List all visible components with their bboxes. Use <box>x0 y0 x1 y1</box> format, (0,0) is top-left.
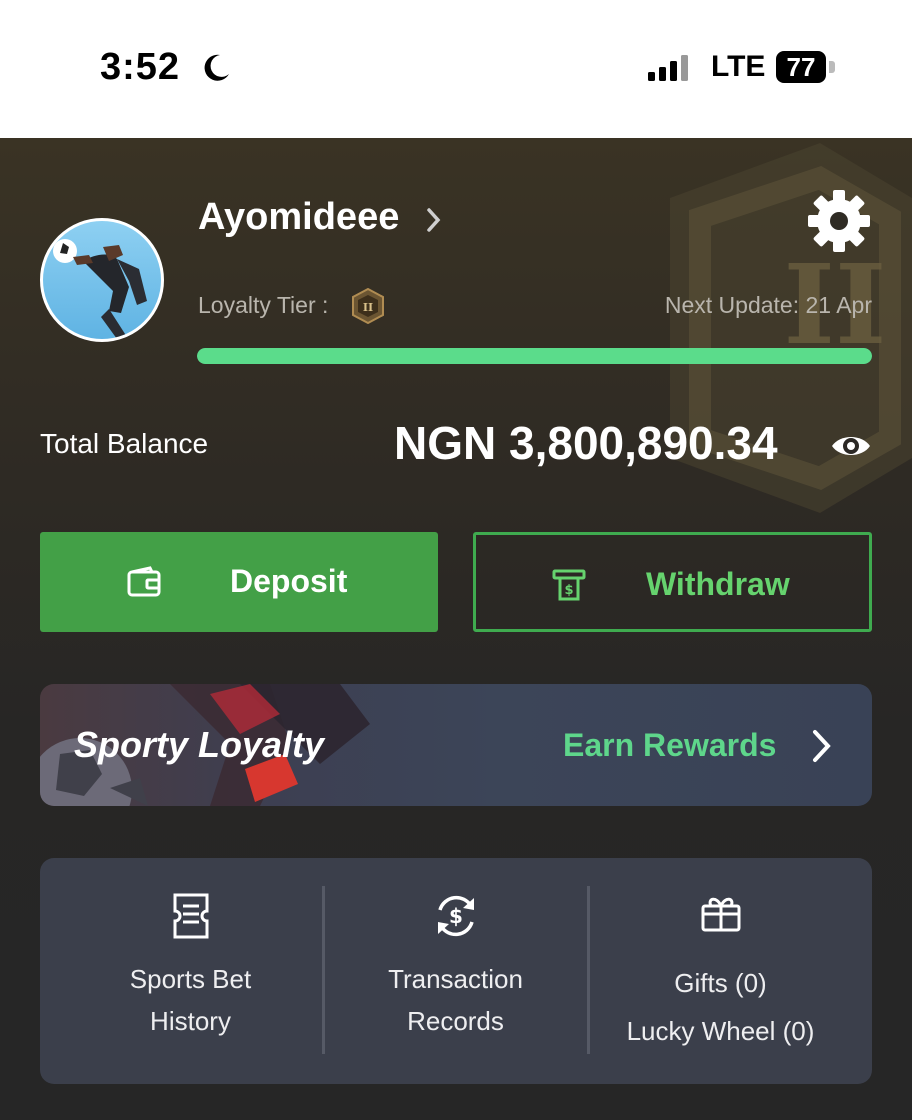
loyalty-progress-bar <box>197 348 872 364</box>
gear-icon[interactable] <box>806 188 872 254</box>
withdraw-button[interactable]: $ Withdraw <box>473 532 872 632</box>
gifts-link[interactable]: Gifts (0) Lucky Wheel (0) <box>588 858 853 1084</box>
sporty-loyalty-banner[interactable]: Sporty Loyalty Earn Rewards <box>40 684 872 806</box>
tier-badge-icon: II <box>352 288 384 324</box>
battery-tip <box>829 61 835 73</box>
quick-link-line1: Transaction <box>388 964 523 994</box>
loyalty-title: Sporty Loyalty <box>74 724 325 765</box>
signal-icon <box>648 55 688 81</box>
loyalty-progress-fill <box>197 348 872 364</box>
loyalty-tier-label: Loyalty Tier : <box>198 292 329 318</box>
balance-value: NGN 3,800,890.34 <box>394 417 778 469</box>
sports-bet-history-link[interactable]: Sports Bet History <box>58 858 323 1084</box>
username[interactable]: Ayomideee <box>198 196 399 239</box>
network-type: LTE <box>711 50 766 83</box>
ticket-icon <box>173 893 208 939</box>
gifts-label[interactable]: Gifts (0) <box>588 962 853 1004</box>
account-screen: II Ayomideee Loyalty Tier: II Next Upda… <box>0 138 912 1120</box>
chevron-right-icon[interactable] <box>810 728 834 764</box>
quick-links-panel: Sports Bet History $ Transaction Records <box>40 858 872 1084</box>
balance-label: Total Balance <box>40 428 209 459</box>
atm-cash-icon: $ <box>552 569 586 601</box>
wallet-icon <box>127 566 161 597</box>
moon-icon <box>204 54 229 81</box>
deposit-button[interactable]: Deposit <box>40 532 438 632</box>
quick-link-line1: Sports Bet <box>129 964 252 994</box>
chevron-right-icon[interactable] <box>424 206 444 234</box>
transaction-records-link[interactable]: $ Transaction Records <box>323 858 588 1084</box>
next-update: Next Update: 21 Apr <box>664 292 872 318</box>
dollar-refresh-icon: $ <box>437 895 474 937</box>
player-photo <box>53 239 147 339</box>
battery-level: 77 <box>776 51 826 83</box>
earn-rewards-label[interactable]: Earn Rewards <box>563 727 776 764</box>
svg-text:$: $ <box>449 904 463 928</box>
deposit-label: Deposit <box>230 563 348 599</box>
withdraw-label: Withdraw <box>646 566 790 602</box>
tier-badge-text: II <box>363 301 373 314</box>
status-bar: 3:52 LTE 77 <box>0 0 912 138</box>
avatar[interactable] <box>40 218 164 342</box>
svg-text:$: $ <box>564 583 573 598</box>
gift-icon <box>701 897 740 932</box>
quick-link-line2: Records <box>407 1006 504 1036</box>
quick-link-line2: History <box>150 1006 231 1036</box>
eye-icon[interactable] <box>830 431 872 461</box>
lucky-wheel-label[interactable]: Lucky Wheel (0) <box>588 1010 853 1052</box>
status-time: 3:52 <box>100 46 181 88</box>
